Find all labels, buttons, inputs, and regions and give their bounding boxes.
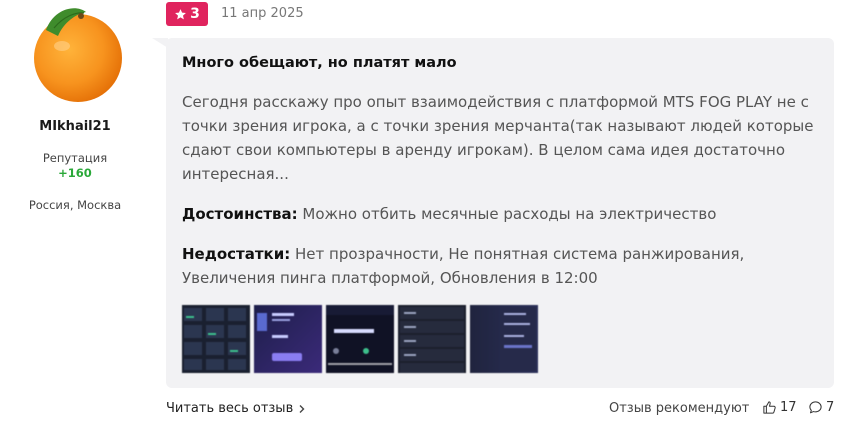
thumbnail-2[interactable] <box>254 305 322 373</box>
thumbnail-strip <box>182 305 538 373</box>
reputation-value: +160 <box>58 166 92 180</box>
thumbs-up-icon <box>763 401 776 414</box>
read-full-review-link[interactable]: Читать весь отзыв <box>166 401 307 416</box>
thumbnail-5[interactable] <box>470 305 538 373</box>
review-date: 11 апр 2025 <box>221 6 304 21</box>
review-pros: Достоинства: Можно отбить месячные расхо… <box>182 202 822 226</box>
rating-value: 3 <box>190 6 200 22</box>
comments-button[interactable]: 7 <box>808 400 834 415</box>
pros-label: Достоинства: <box>182 205 298 223</box>
comment-icon <box>809 401 822 414</box>
star-icon <box>175 8 187 19</box>
location: Россия, Москва <box>28 198 122 212</box>
comments-count: 7 <box>826 400 835 415</box>
read-full-review-label: Читать весь отзыв <box>166 401 294 416</box>
recommend-label: Отзыв рекомендуют <box>609 401 750 416</box>
thumbnail-1[interactable] <box>182 305 250 373</box>
chevron-right-icon <box>299 404 305 413</box>
rating-badge: 3 <box>166 2 208 26</box>
username[interactable]: MIkhail21 <box>0 119 150 134</box>
avatar[interactable] <box>24 0 128 104</box>
reputation-label: Репутация <box>42 151 108 165</box>
review-text: Сегодня расскажу про опыт взаимодействия… <box>182 93 814 183</box>
cons-label: Недостатки: <box>182 245 291 263</box>
likes-count: 17 <box>780 400 797 415</box>
thumbnail-4[interactable] <box>398 305 466 373</box>
review-cons: Недостатки: Нет прозрачности, Не понятна… <box>182 242 822 290</box>
like-button[interactable]: 17 <box>762 400 797 415</box>
review-title[interactable]: Много обещают, но платят мало <box>182 55 457 71</box>
thumbnail-3[interactable] <box>326 305 394 373</box>
pros-text: Можно отбить месячные расходы на электри… <box>302 205 717 223</box>
